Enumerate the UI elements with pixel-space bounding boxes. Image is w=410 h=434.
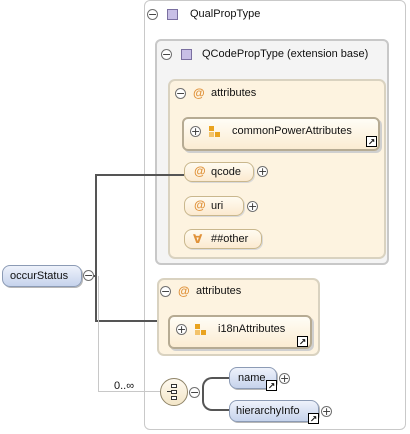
- attribute-icon: @: [178, 284, 190, 298]
- attribute-group-label: i18nAttributes: [218, 323, 286, 335]
- attribute-icon: @: [194, 198, 206, 212]
- any-attribute-label: ##other: [211, 233, 249, 245]
- link-icon[interactable]: ↗: [266, 380, 277, 391]
- complex-type-icon: [181, 49, 192, 60]
- attribute-uri-label: uri: [211, 200, 224, 212]
- expand-group-toggle[interactable]: +: [176, 324, 187, 335]
- attribute-group-icon: [209, 126, 221, 138]
- link-icon[interactable]: ↗: [297, 336, 308, 347]
- attribute-icon: @: [194, 164, 206, 178]
- link-icon[interactable]: ↗: [366, 136, 377, 147]
- sequence-icon: [167, 384, 181, 400]
- collapse-sequence-toggle[interactable]: −: [189, 387, 200, 398]
- attributes-label: attributes: [211, 87, 257, 99]
- connector-line: [95, 174, 184, 176]
- extension-base-label: QCodePropType (extension base): [202, 48, 369, 60]
- expand-uri-toggle[interactable]: +: [247, 201, 258, 212]
- collapse-attributes-toggle[interactable]: −: [160, 286, 171, 297]
- collapse-root-toggle[interactable]: −: [83, 270, 94, 281]
- expand-group-toggle[interactable]: +: [190, 126, 201, 137]
- attributes-label: attributes: [196, 285, 242, 297]
- element-name-label: name: [238, 372, 266, 384]
- cardinality-label: 0..∞: [114, 380, 135, 392]
- any-attribute-icon: ∀: [193, 232, 203, 246]
- link-icon[interactable]: ↗: [308, 413, 319, 424]
- root-element-label: occurStatus: [10, 270, 69, 282]
- complex-type-icon: [167, 9, 178, 20]
- branch-line: [202, 377, 230, 411]
- collapse-extension-toggle[interactable]: −: [161, 49, 172, 60]
- attribute-qcode-label: qcode: [211, 166, 241, 178]
- attribute-group-label: commonPowerAttributes: [232, 125, 352, 137]
- connector-line: [95, 174, 97, 276]
- collapse-attributes-toggle[interactable]: −: [175, 88, 186, 99]
- optional-connector-line: [98, 276, 99, 392]
- expand-name-toggle[interactable]: +: [279, 373, 290, 384]
- qualproptype-label: QualPropType: [190, 8, 261, 20]
- attribute-group-icon: [195, 324, 207, 336]
- expand-hierarchyinfo-toggle[interactable]: +: [321, 406, 332, 417]
- connector-line: [95, 320, 157, 322]
- collapse-qualproptype-toggle[interactable]: −: [147, 9, 158, 20]
- expand-qcode-toggle[interactable]: +: [257, 166, 268, 177]
- connector-line: [95, 276, 97, 322]
- element-hierarchyinfo-label: hierarchyInfo: [236, 405, 300, 417]
- attribute-icon: @: [193, 86, 205, 100]
